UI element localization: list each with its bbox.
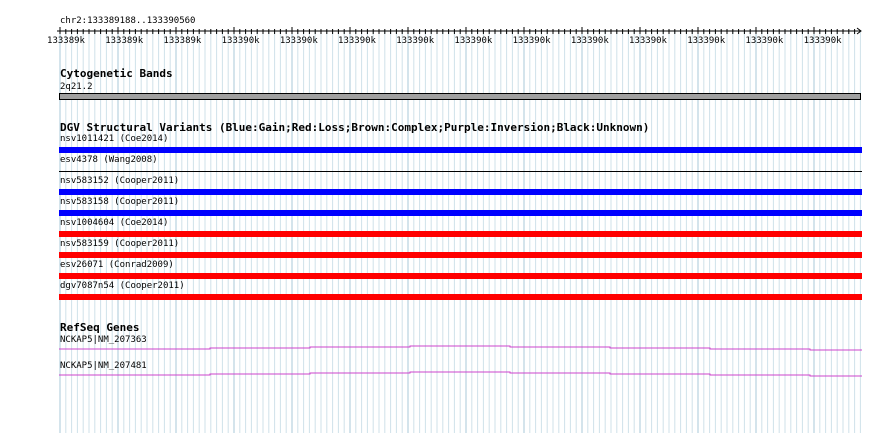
refseq-transcript-line[interactable]	[59, 345, 862, 351]
refseq-transcript-line[interactable]	[59, 371, 862, 377]
genome-browser: chr2:133389188..133390560 133389k 133389k…	[0, 0, 890, 433]
refseq-transcripts	[59, 345, 862, 377]
